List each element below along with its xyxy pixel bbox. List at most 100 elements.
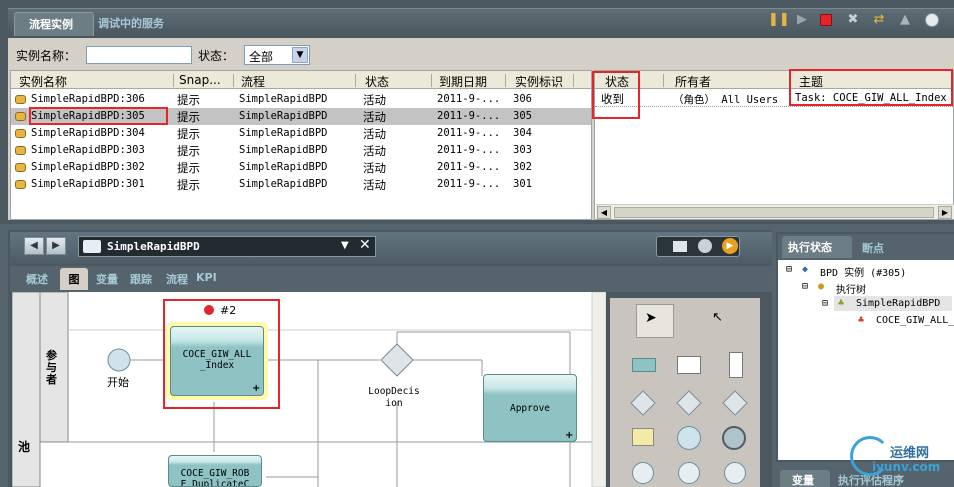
activity-shape-icon[interactable] — [632, 358, 656, 372]
close-icon[interactable]: ✖ — [845, 12, 861, 28]
lane-label: 参与者 — [46, 349, 57, 386]
tab-flow[interactable]: 流程 — [166, 271, 188, 287]
row-process: SimpleRapidBPD — [239, 127, 328, 139]
message-end-event-icon[interactable] — [724, 462, 746, 484]
close-icon[interactable]: ✕ — [359, 237, 371, 253]
row-name: SimpleRapidBPD:302 — [31, 161, 145, 173]
chevron-down-icon[interactable]: ▼ — [341, 240, 349, 251]
table-row[interactable]: SimpleRapidBPD:304 提示 SimpleRapidBPD 活动 … — [11, 125, 591, 142]
watermark-url: iyunv.com — [872, 460, 941, 474]
message-event-icon[interactable] — [678, 462, 700, 484]
tab-process-instances[interactable]: 流程实例 — [14, 12, 94, 36]
tab-services-in-debug[interactable]: 调试中的服务 — [98, 15, 164, 31]
col-status[interactable]: 状态 — [365, 73, 389, 90]
diagram-title-combo[interactable]: SimpleRapidBPD ▼ ✕ — [78, 236, 376, 257]
col-task-owner[interactable]: 所有者 — [675, 73, 711, 90]
scroll-left-icon[interactable]: ◀ — [597, 206, 611, 219]
forward-arrow-icon[interactable]: ▶ — [46, 237, 66, 255]
highlight-task-subject — [789, 69, 953, 106]
row-snapshot: 提示 — [177, 178, 200, 192]
instance-name-input[interactable] — [86, 46, 192, 64]
col-instance-id[interactable]: 实例标识 — [515, 73, 563, 90]
tab-diagram[interactable]: 图 — [60, 268, 88, 290]
activity-approve[interactable]: Approve — [483, 374, 577, 442]
play-icon[interactable]: ▶ — [794, 12, 810, 28]
table-row[interactable]: SimpleRapidBPD:302 提示 SimpleRapidBPD 活动 … — [11, 159, 591, 176]
row-status: 活动 — [363, 161, 386, 175]
start-label: 开始 — [107, 376, 129, 389]
execution-tree: ⊟ ◆ BPD 实例 (#305) ⊟ ● 执行树 ⊟ ♣ SimpleRapi… — [778, 260, 954, 460]
scroll-thumb[interactable] — [614, 207, 934, 218]
annotation-shape-icon[interactable] — [632, 428, 654, 446]
row-due: 2011-9-... — [437, 178, 501, 190]
back-arrow-icon[interactable]: ◀ — [24, 237, 44, 255]
start-event — [107, 348, 131, 372]
stop-icon[interactable] — [820, 14, 832, 26]
timer-event-icon[interactable] — [632, 462, 654, 484]
instance-name-label: 实例名称： — [16, 49, 77, 63]
tree-item-coce-giw-all[interactable]: COCE_GIW_ALL_ — [876, 315, 954, 326]
play-icon[interactable]: ▶ — [722, 238, 738, 254]
table-row[interactable]: SimpleRapidBPD:306 提示 SimpleRapidBPD 活动 … — [11, 91, 591, 108]
chevron-down-icon[interactable]: ▼ — [292, 47, 308, 63]
token-icon: ♣ — [858, 315, 865, 326]
tab-variables[interactable]: 变量 — [96, 271, 118, 287]
status-filter-select[interactable]: 全部 ▼ — [244, 45, 310, 65]
row-id: 301 — [513, 178, 532, 190]
process-icon: ♣ — [838, 298, 845, 309]
highlight-task-status — [592, 71, 640, 119]
table-row[interactable]: SimpleRapidBPD:303 提示 SimpleRapidBPD 活动 … — [11, 142, 591, 159]
row-process: SimpleRapidBPD — [239, 110, 328, 122]
scroll-right-icon[interactable]: ▶ — [938, 206, 952, 219]
instance-icon — [15, 163, 26, 172]
table-row[interactable]: SimpleRapidBPD:301 提示 SimpleRapidBPD 活动 … — [11, 176, 591, 193]
status-filter-value: 全部 — [249, 50, 274, 64]
tree-collapse-icon[interactable]: ⊟ — [786, 264, 792, 275]
tab-overview[interactable]: 概述 — [26, 271, 48, 287]
tree-folder-icon: ● — [818, 281, 825, 292]
row-snapshot: 提示 — [177, 161, 200, 175]
tab-execution-state[interactable]: 执行状态 — [782, 236, 852, 258]
activity-coce-giw-robe[interactable]: COCE_GIW_ROB E_DuplicateC — [168, 455, 262, 487]
note-shape-icon[interactable] — [729, 352, 743, 378]
row-process: SimpleRapidBPD — [239, 93, 328, 105]
tab-breakpoints[interactable]: 断点 — [862, 240, 884, 256]
instances-table: 实例名称 Snap... 流程 状态 到期日期 实例标识 SimpleRapid… — [10, 70, 592, 220]
up-icon[interactable]: ▲ — [897, 12, 913, 28]
settings-icon[interactable] — [698, 239, 712, 253]
row-process: SimpleRapidBPD — [239, 161, 328, 173]
info-icon[interactable] — [925, 13, 939, 27]
decision-label: LoopDecis ion — [368, 386, 420, 409]
col-snapshot[interactable]: Snap... — [179, 73, 221, 87]
connect-tool-icon[interactable]: ↖ — [712, 310, 723, 325]
status-filter-label: 状态： — [198, 49, 235, 63]
diagram-subtabs — [10, 266, 772, 292]
tree-item-simplerapidbpd[interactable]: SimpleRapidBPD — [856, 298, 940, 309]
start-event-icon[interactable] — [677, 426, 701, 450]
tree-collapse-icon[interactable]: ⊟ — [822, 298, 828, 309]
pause-icon[interactable]: ❚❚ — [768, 12, 790, 28]
tree-collapse-icon[interactable]: ⊟ — [802, 281, 808, 292]
tasks-horizontal-scrollbar[interactable]: ◀ ▶ — [596, 204, 954, 219]
tree-item-execution-tree[interactable]: 执行树 — [836, 281, 866, 296]
row-snapshot: 提示 — [177, 127, 200, 141]
row-process: SimpleRapidBPD — [239, 144, 328, 156]
refresh-icon[interactable]: ⇄ — [871, 12, 887, 28]
subprocess-shape-icon[interactable] — [677, 356, 701, 374]
chart-icon[interactable] — [672, 240, 688, 253]
tab-kpi[interactable]: KPI — [196, 271, 217, 284]
col-due-date[interactable]: 到期日期 — [439, 73, 487, 90]
instance-icon — [15, 129, 26, 138]
row-due: 2011-9-... — [437, 93, 501, 105]
col-process[interactable]: 流程 — [241, 73, 265, 90]
row-id: 302 — [513, 161, 532, 173]
tab-trace[interactable]: 跟踪 — [130, 271, 152, 287]
task-owner: （角色） All Users — [673, 94, 779, 106]
end-event-icon[interactable] — [722, 426, 746, 450]
row-process: SimpleRapidBPD — [239, 178, 328, 190]
row-due: 2011-9-... — [437, 161, 501, 173]
row-snapshot: 提示 — [177, 93, 200, 107]
col-instance-name[interactable]: 实例名称 — [19, 73, 67, 90]
tab-variables-bottom[interactable]: 变量 — [780, 470, 830, 487]
tree-item-bpd-instance[interactable]: BPD 实例 (#305) — [820, 264, 906, 279]
